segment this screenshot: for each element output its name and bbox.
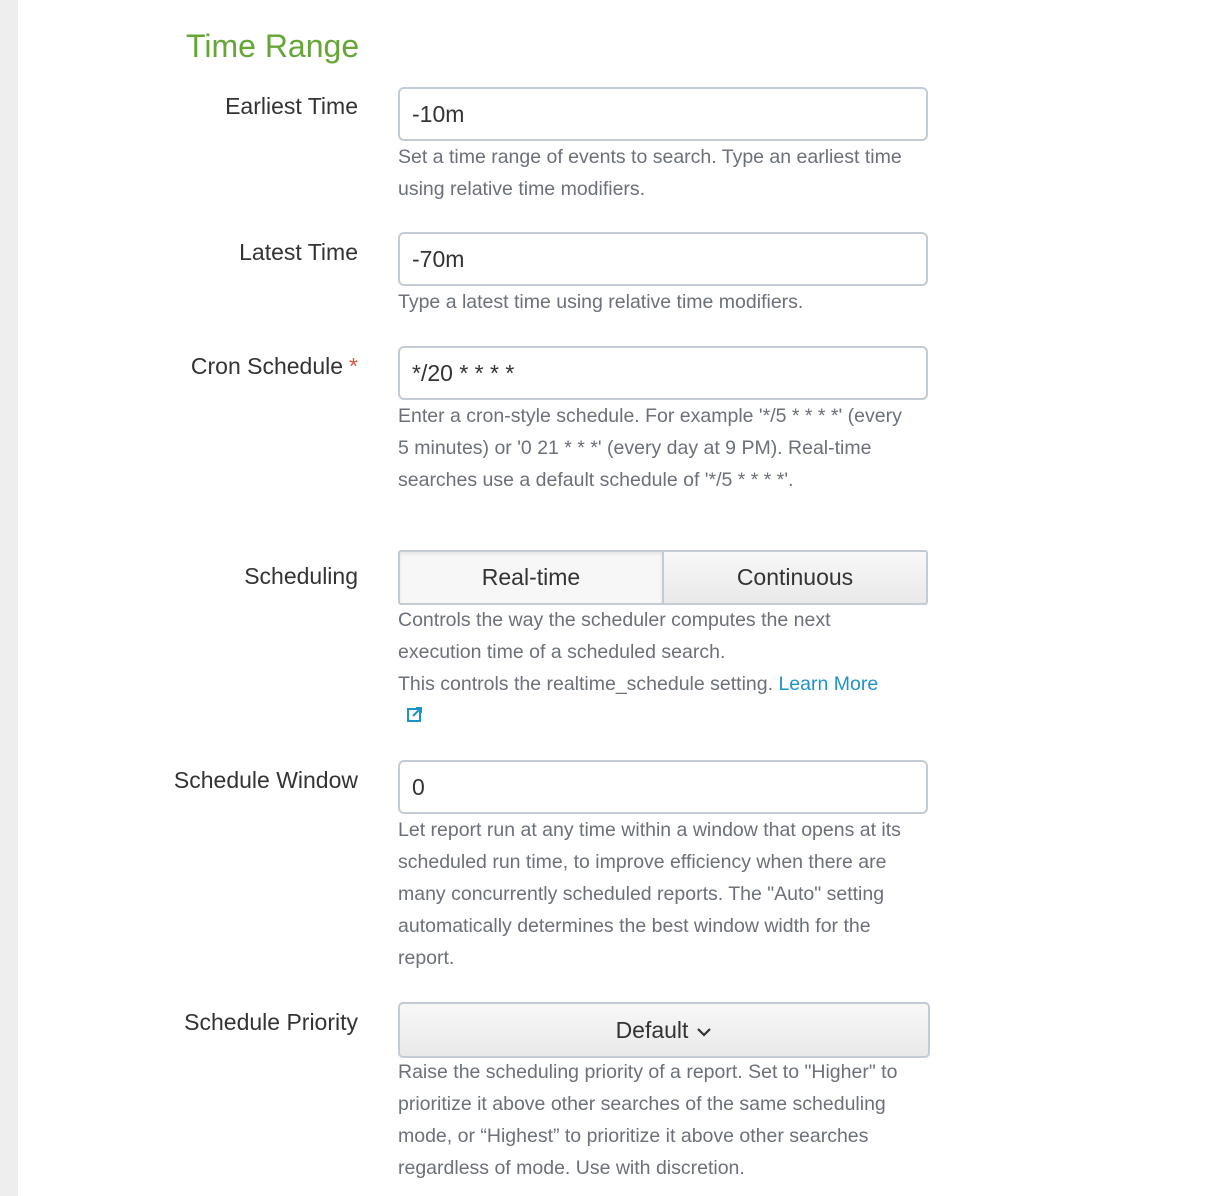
external-link-icon [406, 702, 424, 734]
schedule-window-input[interactable] [398, 760, 928, 814]
required-marker: * [349, 353, 358, 379]
scheduling-label: Scheduling [244, 563, 358, 589]
schedule-window-help: Let report run at any time within a wind… [398, 814, 910, 974]
earliest-time-help-text: Set a time range of events to search. Ty… [398, 146, 902, 200]
schedule-window-label: Schedule Window [173, 767, 358, 793]
scheduling-help-line2: This controls the realtime_schedule sett… [398, 668, 910, 734]
scheduling-help: Controls the way the scheduler computes … [398, 604, 910, 734]
learn-more-label: Learn More [778, 673, 879, 695]
schedule-priority-value: Default [615, 1016, 689, 1043]
chevron-down-icon [696, 1017, 712, 1044]
cron-schedule-input[interactable] [398, 346, 928, 400]
latest-time-help: Type a latest time using relative time m… [398, 286, 910, 318]
latest-time-help-text: Type a latest time using relative time m… [398, 291, 804, 313]
earliest-time-label: Earliest Time [225, 93, 358, 119]
schedule-priority-label: Schedule Priority [184, 1009, 358, 1035]
latest-time-input[interactable] [398, 232, 928, 286]
earliest-time-input[interactable] [398, 87, 928, 141]
latest-time-label: Latest Time [239, 239, 358, 265]
cron-schedule-label: Cron Schedule * [191, 352, 358, 380]
schedule-window-help-text: Let report run at any time within a wind… [398, 819, 901, 969]
cron-schedule-help: Enter a cron-style schedule. For example… [398, 400, 910, 496]
scheduling-help-line1: Controls the way the scheduler computes … [398, 609, 831, 663]
schedule-priority-dropdown[interactable]: Default [398, 1002, 930, 1058]
cron-schedule-help-text: Enter a cron-style schedule. For example… [398, 405, 902, 491]
section-title: Time Range [186, 28, 360, 64]
scheduling-realtime-button[interactable]: Real-time [400, 552, 662, 603]
schedule-priority-help: Raise the scheduling priority of a repor… [398, 1056, 910, 1184]
left-gutter [0, 0, 18, 1196]
cron-schedule-label-text: Cron Schedule [190, 353, 344, 379]
scheduling-help-line2-text: This controls the realtime_schedule sett… [398, 673, 774, 695]
scheduling-continuous-button[interactable]: Continuous [662, 552, 926, 603]
earliest-time-help: Set a time range of events to search. Ty… [398, 141, 910, 205]
scheduling-toggle: Real-time Continuous [398, 550, 928, 605]
schedule-priority-help-text: Raise the scheduling priority of a repor… [398, 1061, 898, 1179]
